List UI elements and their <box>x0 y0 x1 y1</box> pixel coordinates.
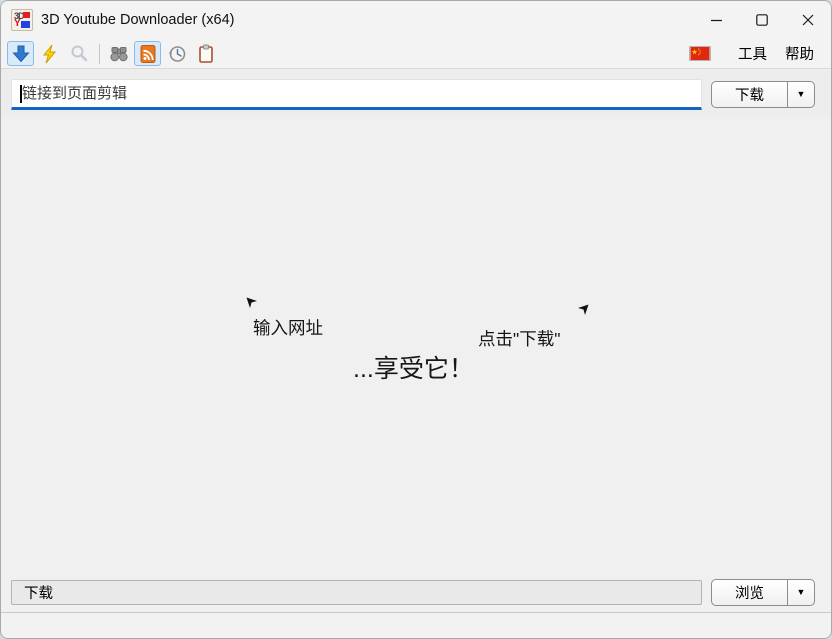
clock-history-icon <box>167 44 187 64</box>
lightning-icon <box>40 44 60 64</box>
maximize-icon <box>756 14 768 26</box>
app-logo-icon: 3D Y <box>11 9 33 31</box>
magnifier-icon <box>69 44 89 64</box>
minimize-icon <box>711 15 722 26</box>
toolbar-search-button[interactable] <box>65 41 92 66</box>
url-input[interactable] <box>11 79 702 110</box>
toolbar-convert-button[interactable] <box>36 41 63 66</box>
menu-help[interactable]: 帮助 <box>776 40 823 67</box>
text-caret <box>20 85 22 103</box>
toolbar: 工具 帮助 <box>1 39 831 69</box>
china-flag-icon[interactable] <box>689 46 711 61</box>
hint-enjoy: ...享受它！ <box>353 349 474 385</box>
hint-enter-url: 输入网址 <box>253 315 323 340</box>
download-dropdown-arrow-icon[interactable]: ▼ <box>788 82 814 107</box>
download-button[interactable]: 下载 <box>712 82 787 107</box>
toolbar-history-button[interactable] <box>163 41 190 66</box>
window-title: 3D Youtube Downloader (x64) <box>41 12 234 28</box>
clipboard-icon <box>196 44 216 64</box>
toolbar-find-button[interactable] <box>105 41 132 66</box>
url-row: 下载 ▼ <box>1 69 831 119</box>
close-button[interactable] <box>785 1 831 39</box>
toolbar-separator <box>99 44 100 64</box>
cursor-arrow-ne-icon <box>576 304 589 317</box>
titlebar: 3D Y 3D Youtube Downloader (x64) <box>1 1 831 39</box>
browse-split-button: 浏览 ▼ <box>711 579 815 606</box>
bottom-row: 下载 浏览 ▼ <box>1 572 831 612</box>
status-bar <box>1 612 831 638</box>
browse-dropdown-arrow-icon[interactable]: ▼ <box>788 580 814 605</box>
toolbar-clipboard-button[interactable] <box>192 41 219 66</box>
toolbar-feed-button[interactable] <box>134 41 161 66</box>
main-area: 输入网址 点击"下载" ...享受它！ <box>1 119 831 572</box>
binoculars-icon <box>109 44 129 64</box>
rss-icon <box>138 44 158 64</box>
download-arrow-icon <box>11 44 31 64</box>
download-split-button: 下载 ▼ <box>711 81 815 108</box>
url-input-wrap <box>11 79 702 110</box>
toolbar-download-button[interactable] <box>7 41 34 66</box>
close-icon <box>802 14 814 26</box>
maximize-button[interactable] <box>739 1 785 39</box>
save-path-field[interactable]: 下载 <box>11 580 702 605</box>
browse-button[interactable]: 浏览 <box>712 580 787 605</box>
toolbar-right: 工具 帮助 <box>689 40 823 67</box>
minimize-button[interactable] <box>693 1 739 39</box>
hint-click-download: 点击"下载" <box>478 326 560 351</box>
menu-tools[interactable]: 工具 <box>729 40 776 67</box>
cursor-arrow-nw-icon <box>246 297 259 310</box>
window-controls <box>693 1 831 39</box>
app-window: 3D Y 3D Youtube Downloader (x64) <box>0 0 832 639</box>
